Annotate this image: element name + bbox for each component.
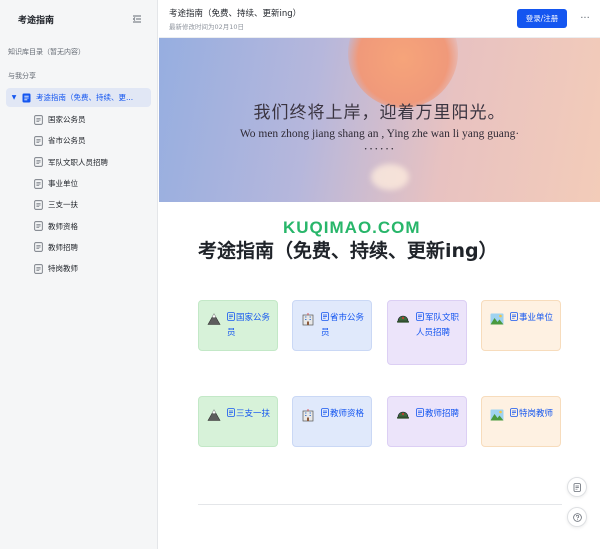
sidebar-item-teacher-recruitment[interactable]: 教师招聘 [0,237,157,258]
office-building-icon [301,312,315,326]
doc-link-icon [510,312,518,321]
sidebar-item-label: 事业单位 [48,179,78,189]
card-national-civil-servant[interactable]: 国家公务员 [198,300,278,351]
doc-link-icon [416,312,424,321]
card-special-post-teacher[interactable]: 特岗教师 [481,396,561,447]
card-label[interactable]: 教师资格 [330,409,364,419]
military-helmet-icon [396,312,410,326]
sidebar-item-public-institution[interactable]: 事业单位 [0,173,157,194]
card-label[interactable]: 特岗教师 [519,409,553,419]
sidebar-item-teacher-qualification[interactable]: 教师资格 [0,215,157,236]
document-icon [34,136,43,146]
military-helmet-icon [396,408,410,422]
sidebar-item-label: 考途指南（免费、持续、更... [36,93,134,102]
more-options-icon[interactable]: ··· [577,10,593,26]
landscape-icon [490,408,504,422]
last-modified: 最新修改时间为02月10日 [169,23,245,31]
doc-link-icon [416,408,424,417]
landscape-icon [490,312,504,326]
doc-link-icon [227,408,235,417]
document-icon [34,264,43,274]
cover-banner: 我们终将上岸，迎着万里阳光。 Wo men zhong jiang shang … [159,38,600,202]
card-public-institution[interactable]: 事业单位 [481,300,561,351]
file-icon [573,482,582,492]
document-icon [34,114,43,125]
doc-header: 考途指南（免费、持续、更新ing） 最新修改时间为02月10日 登录/注册 ··… [159,0,600,38]
sidebar: 考途指南 知识库目录（暂无内容） 与我分享 ▼ 考途指南（免费、持续、更... … [0,0,158,549]
sidebar-item-label: 军队文职人员招聘 [48,157,108,167]
help-button[interactable] [567,507,587,527]
sidebar-item-label: 教师资格 [48,221,78,231]
sidebar-title: 考途指南 [18,15,55,26]
card-sanzhi-yifu[interactable]: 三支一扶 [198,396,278,447]
site-watermark: KUQIMAO.COM [283,218,421,237]
page-title: 考途指南（免费、持续、更新ing） [198,240,498,262]
banner-slogan: 我们终将上岸，迎着万里阳光。 [253,103,506,123]
sidebar-item-root[interactable]: ▼ 考途指南（免费、持续、更... [6,88,151,107]
banner-pinyin: Wo men zhong jiang shang an , Ying zhe w… [239,128,520,140]
sidebar-item-label: 国家公务员 [48,115,86,125]
banner-ellipsis: ······ [363,141,396,156]
doc-link-icon [321,312,329,321]
question-mark-icon [572,512,582,522]
content-divider [198,504,562,505]
card-provincial-civil-servant[interactable]: 省市公务员 [292,300,372,351]
card-label[interactable]: 事业单位 [519,313,553,323]
sidebar-item-provincial-civil-servant[interactable]: 省市公务员 [0,130,157,151]
sidebar-section-shared[interactable]: 与我分享 [0,68,157,84]
mountain-icon [207,312,221,326]
card-label[interactable]: 三支一扶 [236,409,270,419]
sidebar-item-label: 省市公务员 [48,136,86,146]
document-icon [34,221,43,231]
login-register-button[interactable]: 登录/注册 [517,9,567,28]
card-label[interactable]: 教师招聘 [425,409,459,419]
sun-reflection-graphic [371,164,409,190]
sidebar-item-label: 教师招聘 [48,242,78,252]
mountain-icon [207,408,221,422]
document-outline-button[interactable] [567,477,587,497]
card-teacher-recruitment[interactable]: 教师招聘 [387,396,467,447]
sidebar-section-knowledge[interactable]: 知识库目录（暂无内容） [0,44,157,60]
sidebar-item-military-civilian[interactable]: 军队文职人员招聘 [0,152,157,173]
document-icon [34,157,43,167]
office-building-icon [301,408,315,422]
sidebar-item-special-post-teacher[interactable]: 特岗教师 [0,258,157,279]
collapse-sidebar-icon[interactable] [131,13,143,25]
card-teacher-qualification[interactable]: 教师资格 [292,396,372,447]
doc-title: 考途指南（免费、持续、更新ing） [169,9,302,19]
document-icon [34,242,43,253]
sidebar-item-national-civil-servant[interactable]: 国家公务员 [0,109,157,130]
sidebar-item-sanzhi-yifu[interactable]: 三支一扶 [0,194,157,215]
document-icon [34,178,43,189]
card-military-civilian[interactable]: 军队文职人员招聘 [387,300,467,365]
document-icon [34,200,43,210]
doc-link-icon [321,408,329,417]
sidebar-header: 考途指南 [0,0,157,38]
document-icon [22,93,31,103]
caret-down-icon[interactable]: ▼ [10,94,18,101]
sidebar-item-label: 三支一扶 [48,200,78,210]
doc-link-icon [510,408,518,417]
doc-link-icon [227,312,235,321]
sidebar-item-label: 特岗教师 [48,264,78,274]
